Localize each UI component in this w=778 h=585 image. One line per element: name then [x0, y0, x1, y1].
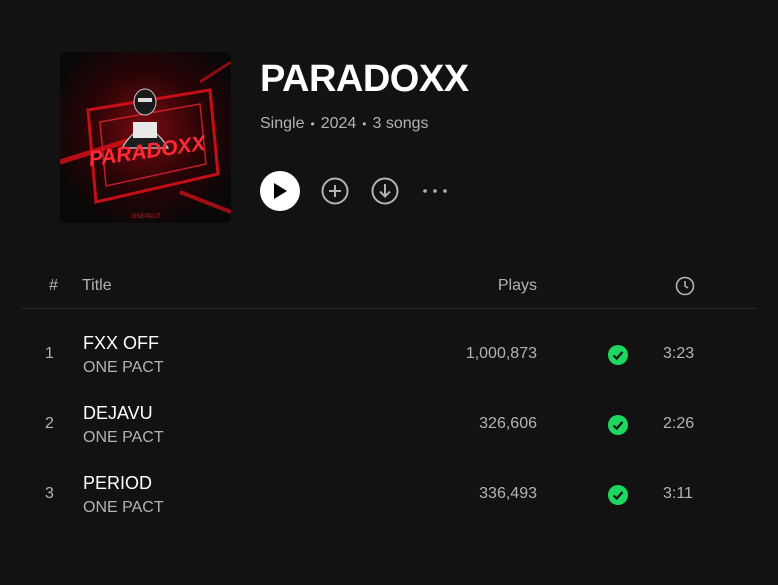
track-title[interactable]: DEJAVU	[83, 403, 153, 423]
more-options-button[interactable]	[420, 176, 450, 206]
track-plays: 336,493	[479, 485, 537, 502]
album-actions	[260, 171, 469, 211]
album-cover-art: PARADOXX ONEPACT	[60, 52, 231, 223]
track-duration: 3:23	[663, 345, 695, 362]
track-plays: 1,000,873	[465, 345, 537, 362]
column-header-plays: Plays	[497, 277, 537, 294]
track-artist[interactable]: ONE PACT	[83, 429, 164, 447]
track-list: 1 FXX OFF ONE PACT 1,000,873 3:23 2 DEJA…	[22, 320, 756, 530]
track-row[interactable]: 1 FXX OFF ONE PACT 1,000,873 3:23	[22, 320, 756, 390]
column-header-duration	[675, 276, 695, 301]
track-title[interactable]: FXX OFF	[83, 333, 159, 353]
column-header-number: #	[49, 277, 58, 294]
album-song-count: 3 songs	[372, 115, 429, 132]
track-plays: 326,606	[479, 415, 537, 432]
saved-check-button[interactable]	[608, 345, 628, 365]
album-title: PARADOXX	[260, 58, 469, 100]
meta-separator: •	[310, 117, 315, 131]
track-artist[interactable]: ONE PACT	[83, 359, 164, 377]
play-icon	[274, 183, 287, 199]
track-number: 2	[45, 415, 54, 432]
track-duration: 2:26	[663, 415, 695, 432]
check-circle-icon	[608, 415, 628, 435]
album-header: PARADOXX ONEPACT PARADOXX Single • 2024 …	[60, 52, 469, 223]
track-duration: 3:11	[663, 485, 693, 502]
clock-icon	[675, 276, 695, 296]
album-year: 2024	[320, 115, 357, 132]
meta-separator: •	[362, 117, 367, 131]
track-table-header: # Title Plays	[22, 272, 756, 309]
column-header-title: Title	[82, 277, 112, 294]
track-row[interactable]: 3 PERIOD ONE PACT 336,493 3:11	[22, 460, 756, 530]
track-artist[interactable]: ONE PACT	[83, 499, 164, 517]
saved-check-button[interactable]	[608, 485, 628, 505]
track-title[interactable]: PERIOD	[83, 473, 152, 493]
track-number: 1	[45, 345, 54, 362]
download-circle-icon	[371, 177, 399, 205]
add-to-library-button[interactable]	[320, 176, 350, 206]
download-button[interactable]	[370, 176, 400, 206]
album-meta: Single • 2024 • 3 songs	[260, 115, 469, 133]
album-info: PARADOXX Single • 2024 • 3 songs	[260, 52, 469, 223]
check-circle-icon	[608, 485, 628, 505]
album-cover[interactable]: PARADOXX ONEPACT	[60, 52, 231, 223]
track-row[interactable]: 2 DEJAVU ONE PACT 326,606 2:26	[22, 390, 756, 460]
more-dots-icon	[423, 189, 447, 193]
saved-check-button[interactable]	[608, 415, 628, 435]
album-cover-artist-mark: ONEPACT	[132, 214, 161, 220]
play-button[interactable]	[260, 171, 300, 211]
track-number: 3	[45, 485, 54, 502]
check-circle-icon	[608, 345, 628, 365]
album-type: Single	[260, 115, 305, 132]
plus-circle-icon	[321, 177, 349, 205]
